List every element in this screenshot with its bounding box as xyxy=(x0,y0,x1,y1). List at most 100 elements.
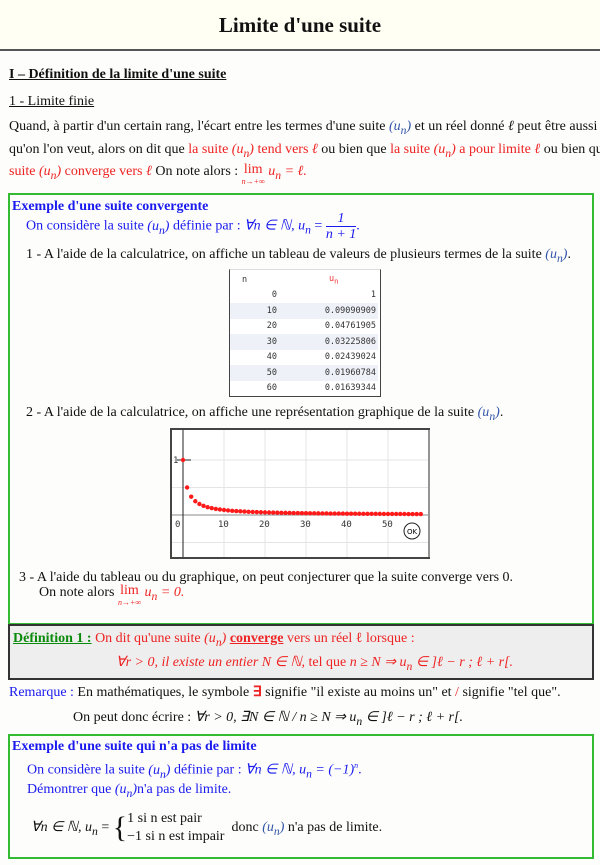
data-point xyxy=(303,511,309,516)
data-point xyxy=(213,506,218,512)
example-convergent-box: Exemple d'une suite convergente On consi… xyxy=(8,193,594,625)
math-eq: = 0. xyxy=(160,585,185,600)
text: la suite xyxy=(188,142,229,157)
denominator: n + 1 xyxy=(325,227,357,242)
math: ∈ ]ℓ − r ; ℓ + r[. xyxy=(365,710,463,725)
data-point xyxy=(209,505,214,511)
cell-un: 0.02439024 xyxy=(324,352,376,363)
text: n'a pas de limite. xyxy=(287,820,383,836)
definition-label: Définition 1 : xyxy=(13,631,92,646)
data-point xyxy=(254,509,259,515)
ok-label: OK xyxy=(407,528,418,536)
cell-n: 0 xyxy=(271,290,277,301)
math-ell: ℓ xyxy=(534,142,541,157)
math: = (−1) xyxy=(315,762,355,778)
math: ∀n ∈ ℕ, u xyxy=(245,762,307,778)
math: ∀r > 0, ∃N ∈ ℕ / n ≥ N ⇒ u xyxy=(194,710,357,725)
text: tel que xyxy=(308,655,347,670)
data-point xyxy=(328,511,333,516)
data-point xyxy=(246,509,251,514)
data-point xyxy=(385,511,391,517)
step2-text: 2 - A l'aide de la calculatrice, on affi… xyxy=(26,405,475,420)
text: ou bien que xyxy=(321,142,387,157)
data-point xyxy=(217,507,223,512)
data-point xyxy=(271,510,276,515)
data-point xyxy=(279,510,284,515)
data-point xyxy=(291,510,296,516)
data-point xyxy=(307,511,313,516)
cell-un: 0.04761905 xyxy=(324,321,376,332)
x-tick-label: 0 xyxy=(175,520,180,530)
x-tick-label: 40 xyxy=(341,520,352,530)
text: En mathématiques, le symbole xyxy=(77,685,250,700)
math: ∀r > 0, il existe un entier xyxy=(116,655,259,670)
math-eq: = xyxy=(314,218,323,234)
remark-label: Remarque : xyxy=(9,685,74,700)
data-point xyxy=(234,508,239,514)
text: Démontrer que xyxy=(27,782,112,797)
data-point xyxy=(324,511,329,516)
text: la suite xyxy=(390,142,431,157)
definition-box: Définition 1 : On dit qu'une suite (un) … xyxy=(8,624,594,680)
text: converge vers xyxy=(64,164,143,179)
data-point xyxy=(197,501,202,507)
data-point xyxy=(369,511,374,517)
example-divergent-box: Exemple d'une suite qui n'a pas de limit… xyxy=(8,734,594,859)
text: peut être aussi petit xyxy=(517,119,600,134)
text: converge xyxy=(229,631,284,646)
cell-un: 0.03225806 xyxy=(279,334,378,350)
text: Quand, à partir d'un certain rang, l'éca… xyxy=(9,119,386,134)
math: N ∈ ℕ, xyxy=(261,655,306,670)
data-point xyxy=(266,510,272,515)
data-point xyxy=(189,494,194,499)
table-row: 01 xyxy=(230,288,378,304)
case-odd: −1 si n est impair xyxy=(127,829,225,844)
data-point xyxy=(320,511,325,516)
math-un: (un) xyxy=(231,142,254,160)
data-point xyxy=(389,511,395,517)
cell-n: 20 xyxy=(266,321,277,332)
math-un: (un) xyxy=(38,164,62,182)
data-point xyxy=(201,503,206,509)
data-point xyxy=(410,511,415,517)
math-ell: ℓ xyxy=(311,142,318,157)
data-point xyxy=(418,511,423,517)
data-point xyxy=(361,511,366,516)
data-point xyxy=(262,510,268,515)
text: On note alors xyxy=(39,585,115,600)
text: On peut donc écrire : xyxy=(73,710,192,725)
table-row: 40 0.02439024 xyxy=(230,350,378,366)
table-row: 30 0.03225806 xyxy=(230,334,378,350)
data-point xyxy=(299,510,305,516)
subsection-title: 1 - Limite finie xyxy=(9,94,95,109)
data-point xyxy=(336,511,341,516)
math-eq: = ℓ. xyxy=(284,164,307,179)
data-point xyxy=(180,457,186,463)
math-ell: ℓ xyxy=(146,164,152,179)
table-row: 10 0.09090909 xyxy=(230,303,378,319)
data-point xyxy=(283,510,288,516)
text: tend vers xyxy=(257,142,309,157)
data-point xyxy=(312,511,317,516)
text: On note alors : xyxy=(155,164,239,179)
text: définie par : xyxy=(172,218,241,234)
text: vers un réel ℓ lorsque : xyxy=(286,631,415,646)
numerator: 1 xyxy=(325,211,357,227)
y-tick-label: 1 xyxy=(173,456,178,466)
step1-text: 1 - A l'aide de la calculatrice, on affi… xyxy=(26,247,542,262)
data-point xyxy=(377,511,382,517)
data-point xyxy=(340,511,346,516)
text: et un réel donné xyxy=(414,119,505,134)
lim: lim xyxy=(120,583,139,598)
data-point xyxy=(184,485,190,490)
data-point xyxy=(381,511,387,517)
data-point xyxy=(348,511,354,516)
math: ∀n ∈ ℕ, u xyxy=(31,820,92,836)
data-point xyxy=(258,510,264,515)
cell-n: 40 xyxy=(266,352,277,363)
lim-sub: n→+∞ xyxy=(117,598,142,607)
text: ou bien que xyxy=(543,142,600,157)
data-point xyxy=(205,504,210,510)
text: n'a pas de limite. xyxy=(137,782,232,797)
sequence-graph: 0 10 20 30 40 50 1 OK xyxy=(170,428,430,559)
